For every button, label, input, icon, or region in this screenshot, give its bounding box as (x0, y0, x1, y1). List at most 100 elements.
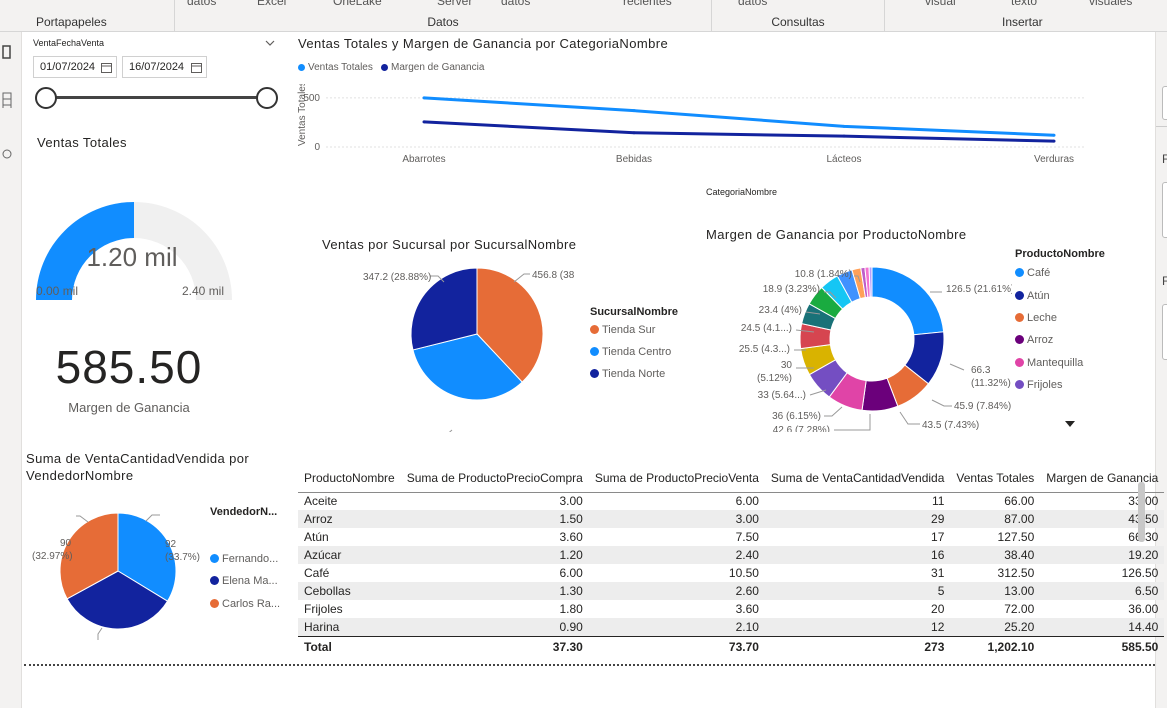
legend-tienda-centro[interactable]: Tienda Centro (590, 346, 671, 358)
column-header[interactable]: Suma de ProductoPrecioVenta (588, 464, 765, 493)
ribbon-cut-label[interactable]: visuales (1089, 0, 1132, 8)
date-range-track[interactable] (46, 96, 267, 99)
pane-input-edge[interactable] (1162, 86, 1167, 120)
table-row[interactable]: Frijoles 1.80 3.60 20 72.00 36.00 (298, 600, 1164, 618)
table-row[interactable]: Café 6.00 10.50 31 312.50 126.50 (298, 564, 1164, 582)
line-point[interactable] (1052, 139, 1056, 143)
end-date-input[interactable]: 16/07/2024 (122, 56, 207, 78)
line-point[interactable] (1052, 133, 1056, 137)
data-label: 126.5 (21.61%) (946, 284, 1012, 295)
legend-carlos[interactable]: Carlos Ra... (210, 598, 280, 610)
column-header[interactable]: Margen de Ganancia (1040, 464, 1165, 493)
legend-fernando[interactable]: Fernando... (210, 553, 278, 565)
calendar-icon[interactable] (101, 62, 112, 73)
table-row[interactable]: Aceite 3.00 6.00 11 66.00 33.00 (298, 492, 1164, 510)
ribbon-cut-label[interactable]: datos (187, 0, 216, 8)
line-point[interactable] (422, 120, 426, 124)
line-point[interactable] (422, 96, 426, 100)
table-row[interactable]: Azúcar 1.20 2.40 16 38.40 19.20 (298, 546, 1165, 564)
donut-chart[interactable]: 126.5 (21.61%) 66.3 (11.32%) 45.9 (7.84%) 43… (702, 252, 1012, 432)
leader-line (899, 411, 920, 425)
legend-frijoles[interactable]: Frijoles (1015, 379, 1062, 391)
ribbon-group-insertar[interactable]: visual texto visuales Insertar (885, 0, 1167, 32)
ribbon-cut-label[interactable]: Excel (257, 0, 286, 8)
data-label: 456.8 (38%) (532, 270, 574, 281)
line-point[interactable] (842, 124, 846, 128)
ribbon-cut-label[interactable]: OneLake (333, 0, 382, 8)
ribbon-cut-label[interactable]: Server (437, 0, 472, 8)
ribbon-group-datos[interactable]: datos Excel OneLake Server datos recient… (175, 0, 712, 32)
legend-tienda-norte[interactable]: Tienda Norte (590, 368, 665, 380)
chevron-down-icon[interactable] (265, 39, 275, 47)
table-cell: 2.10 (588, 618, 765, 636)
legend-margen[interactable]: Margen de Ganancia (381, 62, 484, 73)
pane-cut-text: F (1162, 274, 1167, 288)
report-view-icon[interactable] (2, 44, 12, 60)
column-header[interactable]: Suma de ProductoPrecioCompra (400, 464, 589, 493)
legend-arroz[interactable]: Arroz (1015, 334, 1053, 346)
pane-input-edge[interactable] (1162, 182, 1167, 238)
legend-elena[interactable]: Elena Ma... (210, 575, 278, 587)
legend-dot (590, 347, 599, 356)
data-label: 66.3 (971, 365, 991, 376)
pane-input-edge[interactable] (1162, 304, 1167, 360)
ribbon-cut-label[interactable]: visual (925, 0, 956, 8)
ribbon-cut-label[interactable]: datos (738, 0, 767, 8)
ribbon-group-consultas[interactable]: datos Consultas (712, 0, 885, 32)
legend-scroll-down-icon[interactable] (1065, 421, 1075, 428)
table-cell: 2.60 (588, 582, 765, 600)
data-label: (33.7%) (165, 552, 200, 563)
table-cell: 3.60 (559, 530, 583, 544)
series-line-ventas-totales[interactable] (423, 96, 1055, 137)
legend-leche[interactable]: Leche (1015, 312, 1057, 324)
range-end-handle[interactable] (256, 87, 278, 109)
producto-slice[interactable] (871, 266, 945, 336)
start-date-input[interactable]: 01/07/2024 (33, 56, 117, 78)
line-point[interactable] (632, 131, 636, 135)
ribbon-cut-label[interactable]: texto (1011, 0, 1037, 8)
legend-dot (1015, 268, 1024, 277)
ventas-gauge[interactable] (22, 172, 252, 302)
line-point[interactable] (842, 134, 846, 138)
model-view-icon[interactable] (2, 146, 12, 162)
legend-tienda-sur[interactable]: Tienda Sur (590, 324, 655, 336)
ribbon-cut-label[interactable]: datos (501, 0, 530, 8)
ribbon-cut-label[interactable]: recientes (623, 0, 672, 8)
legend-label: Margen de Ganancia (391, 62, 485, 73)
legend-ventas-totales[interactable]: Ventas Totales (298, 62, 373, 73)
column-header[interactable]: Suma de VentaCantidadVendida (764, 464, 951, 493)
column-header[interactable]: Ventas Totales (950, 464, 1041, 493)
table-cell: 17 (931, 530, 945, 544)
table-scrollbar[interactable] (1138, 482, 1145, 542)
pie-sucursal-chart[interactable]: 456.8 (38%)398.1 (33.12%)347.2 (28.88%) (334, 262, 574, 432)
ribbon-group-portapapeles[interactable]: Portapapeles (0, 0, 175, 32)
data-label: 43.5 (7.43%) (922, 420, 979, 431)
column-header[interactable]: ProductoNombre (298, 464, 401, 493)
table-row[interactable]: Atún 3.60 7.50 17 127.50 66.30 (298, 528, 1164, 546)
legend-dot (210, 576, 219, 585)
table-cell: 126.50 (1121, 566, 1159, 580)
table-cell: 43.50 (1040, 510, 1165, 528)
legend-cafe[interactable]: Café (1015, 267, 1050, 279)
ribbon-group-label: Portapapeles (36, 15, 107, 29)
productos-table[interactable]: ProductoNombre Suma de ProductoPrecioCom… (298, 464, 1165, 658)
line-point[interactable] (632, 109, 636, 113)
table-cell: 10.50 (728, 566, 759, 580)
data-label: 30 (781, 360, 793, 371)
data-label: 33 (5.64...) (758, 390, 806, 401)
table-row[interactable]: Cebollas 1.30 2.60 5 13.00 6.50 (298, 582, 1165, 600)
line-chart[interactable]: 5000Ventas Totales y ...Abarrotes Bebidas… (294, 84, 1094, 204)
legend-atun[interactable]: Atún (1015, 290, 1050, 302)
table-cell: 66.30 (1040, 528, 1164, 546)
table-view-icon[interactable] (2, 92, 12, 108)
pie-vendedor-chart[interactable]: 92(33.7%)91(33.33%)90(32.97%) (22, 494, 212, 654)
line-x-axis-title: CategoriaNombre (706, 187, 778, 197)
calendar-icon[interactable] (191, 62, 202, 73)
range-start-handle[interactable] (35, 87, 57, 109)
legend-label: Café (1027, 267, 1051, 279)
legend-mantequilla[interactable]: Mantequilla (1015, 357, 1083, 369)
data-label: 42.6 (7.28%) (773, 425, 830, 432)
table-row[interactable]: Harina 0.90 2.10 12 25.20 14.40 (298, 618, 1165, 636)
table-cell: 37.30 (400, 635, 589, 658)
table-row[interactable]: Arroz1.503.002987.0043.50 (298, 510, 1165, 528)
